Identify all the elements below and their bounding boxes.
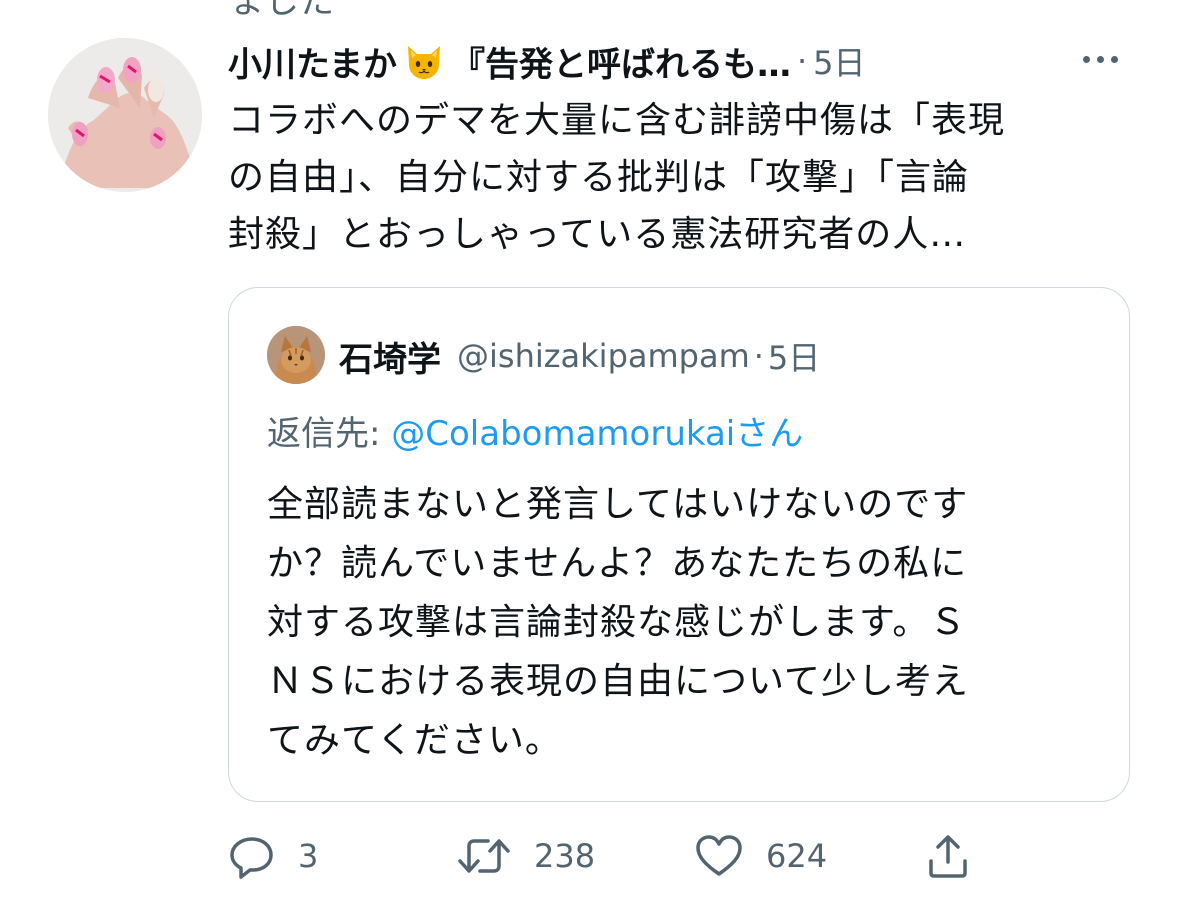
quoted-text-line: 全部読まないと発言してはいけないのです: [267, 484, 969, 525]
reply-to-suffix: さん: [735, 414, 804, 454]
quoted-author-name[interactable]: 石埼学: [339, 332, 441, 381]
quoted-text-line: 対する攻撃は言論封殺な感じがします。Ｓ: [267, 602, 967, 643]
quoted-text-line: てみてください。: [267, 720, 562, 761]
retweet-count: 238: [534, 837, 596, 875]
quoted-tweet-body: 全部読まないと発言してはいけないのです か？読んでいませんよ？あなたたちの私に …: [267, 475, 1087, 770]
tweet-header: 小川たまか 『告発と呼ばれるも… · 5日: [228, 36, 1028, 86]
tweet-actions-bar: 3 238 624: [228, 826, 1088, 886]
more-options-button[interactable]: [1070, 44, 1130, 74]
reply-to-line: 返信先: @Colabomamorukaiさん: [267, 406, 803, 455]
quoted-tweet-card[interactable]: 石埼学 @ishizakipampam · 5日 返信先: @Colabomam…: [228, 287, 1130, 802]
quoted-author-handle[interactable]: @ishizakipampam: [457, 337, 750, 375]
more-dot-icon: [1110, 55, 1118, 63]
quoted-tweet-timestamp[interactable]: 5日: [768, 333, 820, 379]
like-count: 624: [766, 837, 828, 875]
quoted-tweet-header: 石埼学 @ishizakipampam · 5日: [339, 328, 820, 384]
tweet-text-line: の自由」、自分に対する批判は「攻撃」「言論: [228, 157, 970, 198]
quoted-text-line: か？読んでいませんよ？あなたたちの私に: [267, 543, 968, 584]
quoted-text-line: ＮＳにおける表現の自由について少し考え: [267, 661, 969, 702]
reply-icon: [230, 837, 273, 879]
reply-button[interactable]: 3: [228, 826, 318, 886]
cat-face-icon: [403, 40, 445, 82]
reply-count: 3: [298, 837, 319, 875]
like-button[interactable]: 624: [694, 826, 827, 886]
author-avatar[interactable]: [48, 38, 202, 192]
quoted-header-separator: ·: [753, 337, 764, 375]
like-icon: [696, 835, 742, 876]
share-icon: [929, 835, 967, 878]
tweet-body: コラボへのデマを大量に含む誹謗中傷は「表現 の自由」、自分に対する批判は「攻撃」…: [228, 92, 1118, 263]
header-separator: ·: [796, 42, 808, 80]
quoted-author-avatar[interactable]: [267, 326, 325, 384]
retweet-icon: [458, 839, 510, 873]
tweet-text-line: 封殺」とおっしゃっている憲法研究者の人…: [228, 214, 967, 255]
reply-to-prefix: 返信先:: [267, 414, 392, 454]
tweet-timestamp[interactable]: 5日: [813, 38, 865, 84]
more-dot-icon: [1082, 55, 1090, 63]
tweet-text-line: コラボへのデマを大量に含む誹謗中傷は「表現: [228, 100, 1006, 141]
reply-to-handle-link[interactable]: @Colabomamorukai: [391, 414, 735, 454]
share-button[interactable]: [926, 826, 970, 886]
retweet-button[interactable]: 238: [456, 826, 595, 886]
tweet-page: ました 小川たまか 『告発と呼ばれるも… · 5日 コラボへのデマを大量に含む誹…: [0, 0, 1178, 910]
previous-context-text: ました: [230, 0, 335, 22]
author-name-suffix[interactable]: 『告発と呼ばれるも…: [451, 37, 791, 86]
more-dot-icon: [1096, 55, 1104, 63]
author-display-name[interactable]: 小川たまか: [228, 37, 397, 86]
